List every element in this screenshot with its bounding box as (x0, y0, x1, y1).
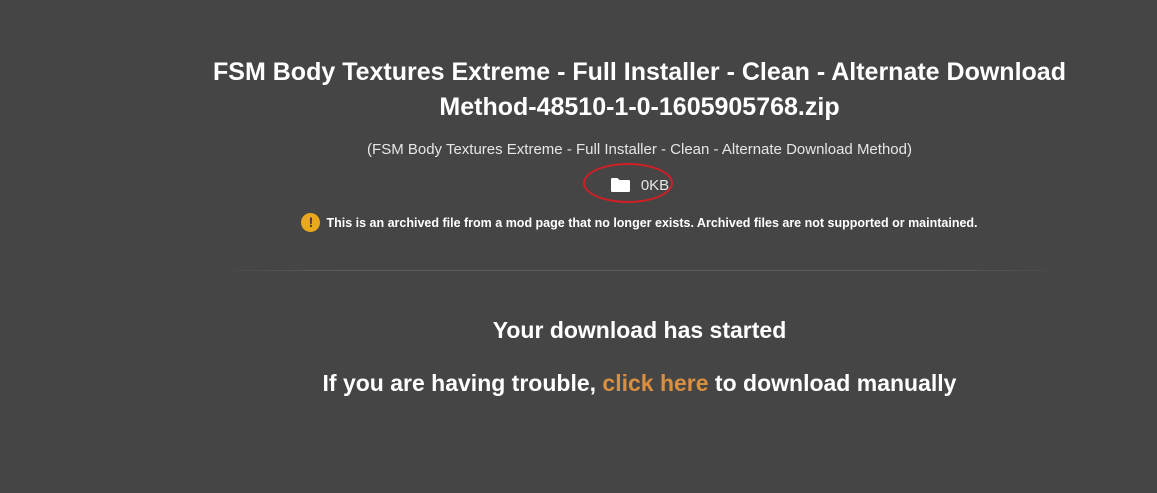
trouble-prefix: If you are having trouble, (322, 370, 603, 396)
trouble-suffix: to download manually (708, 370, 957, 396)
warning-icon: ! (301, 213, 321, 232)
file-header: FSM Body Textures Extreme - Full Install… (210, 55, 1069, 232)
file-subtitle: (FSM Body Textures Extreme - Full Instal… (367, 141, 912, 158)
archived-notice: ! This is an archived file from a mod pa… (210, 213, 1069, 232)
folder-icon (610, 178, 630, 192)
download-started-heading: Your download has started (492, 317, 787, 343)
manual-download-message: If you are having trouble, click here to… (210, 368, 1069, 398)
manual-download-link[interactable]: click here (602, 370, 708, 396)
file-size: 0KB (582, 162, 673, 203)
file-size-row: 0KB (210, 162, 1069, 203)
archived-notice-text: This is an archived file from a mod page… (326, 215, 978, 230)
file-title: FSM Body Textures Extreme - Full Install… (213, 58, 1066, 121)
divider (210, 270, 1070, 271)
file-size-value: 0KB (640, 176, 670, 194)
